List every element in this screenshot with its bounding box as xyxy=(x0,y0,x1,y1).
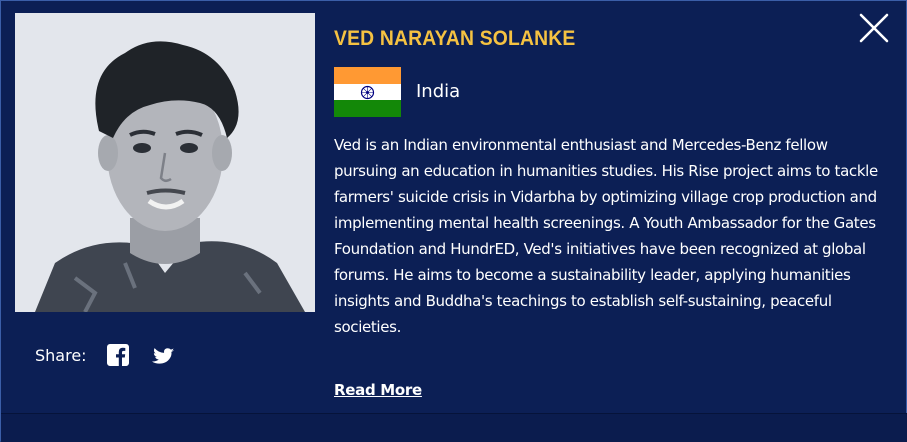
twitter-icon[interactable] xyxy=(149,344,175,366)
profile-name: VED NARAYAN SOLANKE xyxy=(334,27,576,50)
profile-photo xyxy=(15,13,315,312)
read-more-link[interactable]: Read More xyxy=(334,381,422,399)
share-bar: Share: xyxy=(35,343,195,367)
modal-footer-strip xyxy=(1,413,907,442)
profile-bio: Ved is an Indian environmental enthusias… xyxy=(334,136,878,336)
share-label: Share: xyxy=(35,345,87,365)
close-icon[interactable] xyxy=(857,11,891,45)
india-flag-icon xyxy=(334,67,401,117)
profile-modal: Share: VED NARAYAN SOLANKE India Ved is … xyxy=(0,0,907,442)
facebook-icon[interactable] xyxy=(106,344,129,366)
country-label: India xyxy=(416,81,461,102)
